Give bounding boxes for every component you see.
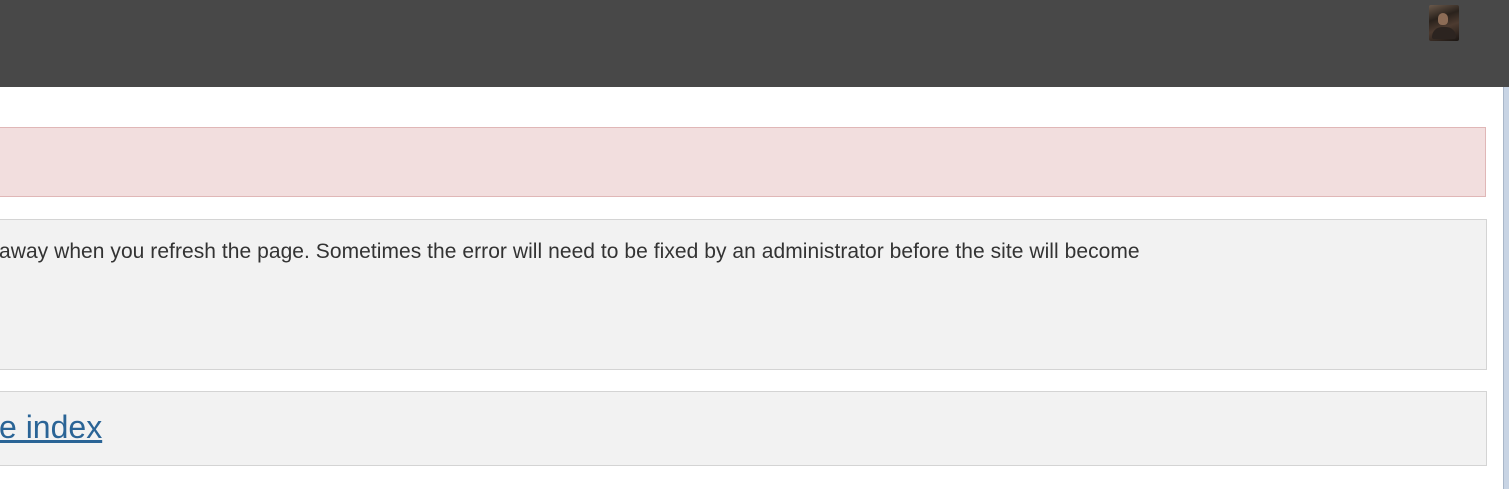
index-link-panel: e index <box>0 391 1487 466</box>
user-avatar-icon[interactable] <box>1429 5 1459 41</box>
avatar-face <box>1438 13 1448 25</box>
error-page: away when you refresh the page. Sometime… <box>0 0 1509 489</box>
top-navigation-bar <box>0 0 1509 87</box>
avatar-shoulders <box>1432 27 1456 39</box>
error-info-text: away when you refresh the page. Sometime… <box>0 240 1140 263</box>
window-scrollbar[interactable] <box>1503 87 1509 489</box>
index-link[interactable]: e index <box>0 409 102 446</box>
error-alert-banner <box>0 127 1486 197</box>
error-info-panel: away when you refresh the page. Sometime… <box>0 219 1487 370</box>
